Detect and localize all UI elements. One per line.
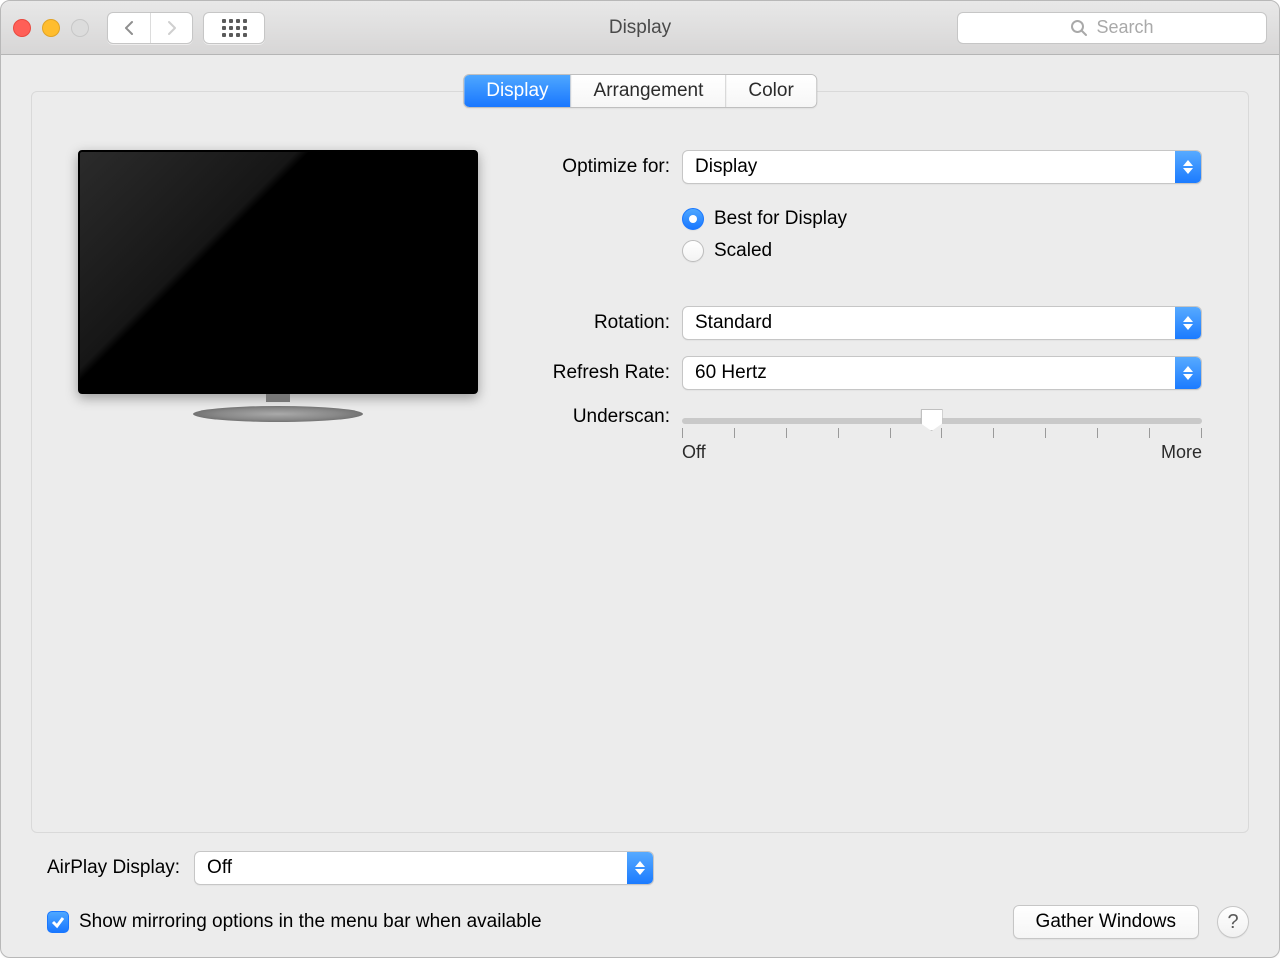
search-field[interactable]: Search: [957, 12, 1267, 44]
optimize-for-value: Display: [695, 156, 757, 178]
nav-buttons: [107, 12, 193, 44]
airplay-value: Off: [207, 857, 232, 879]
radio-icon: [682, 240, 704, 262]
underscan-min-label: Off: [682, 442, 706, 463]
slider-ticks: [682, 428, 1202, 438]
radio-icon: [682, 208, 704, 230]
tab-arrangement[interactable]: Arrangement: [571, 75, 726, 107]
airplay-label: AirPlay Display:: [47, 857, 180, 879]
checkmark-icon: [51, 915, 65, 929]
help-button[interactable]: ?: [1217, 906, 1249, 938]
content: Display Arrangement Color Optimize for:: [1, 55, 1279, 957]
tab-display[interactable]: Display: [464, 75, 570, 107]
bottom-area: AirPlay Display: Off Show mirroring opti…: [31, 833, 1249, 939]
tab-bar: Display Arrangement Color: [463, 74, 817, 108]
tab-color[interactable]: Color: [725, 75, 815, 107]
resolution-radio-group: Best for Display Scaled: [682, 208, 1202, 272]
window: Display Search Display Arrangement Color: [0, 0, 1280, 958]
chevron-left-icon: [123, 20, 135, 36]
back-button[interactable]: [108, 13, 150, 43]
updown-icon: [1175, 151, 1201, 183]
show-all-button[interactable]: [203, 12, 265, 44]
optimize-for-label: Optimize for:: [520, 156, 682, 178]
gather-windows-button[interactable]: Gather Windows: [1013, 905, 1199, 939]
underscan-max-label: More: [1161, 442, 1202, 463]
optimize-for-popup[interactable]: Display: [682, 150, 1202, 184]
radio-scaled[interactable]: Scaled: [682, 240, 1202, 262]
monitor-icon: [78, 150, 478, 394]
refresh-rate-popup[interactable]: 60 Hertz: [682, 356, 1202, 390]
underscan-label: Underscan:: [520, 406, 682, 428]
updown-icon: [627, 852, 653, 884]
updown-icon: [1175, 307, 1201, 339]
mirroring-checkbox[interactable]: [47, 911, 69, 933]
underscan-slider[interactable]: [682, 418, 1202, 424]
rotation-popup[interactable]: Standard: [682, 306, 1202, 340]
window-title: Display: [609, 17, 671, 39]
forward-button[interactable]: [150, 13, 192, 43]
settings-panel: Display Arrangement Color Optimize for:: [31, 91, 1249, 833]
minimize-button[interactable]: [42, 19, 60, 37]
search-placeholder: Search: [1096, 17, 1153, 38]
mirroring-label: Show mirroring options in the menu bar w…: [79, 911, 542, 933]
traffic-lights: [13, 19, 89, 37]
grid-icon: [222, 19, 247, 37]
updown-icon: [1175, 357, 1201, 389]
display-preview: [78, 150, 478, 450]
refresh-rate-label: Refresh Rate:: [520, 362, 682, 384]
radio-best-for-display[interactable]: Best for Display: [682, 208, 1202, 230]
rotation-value: Standard: [695, 312, 772, 334]
close-button[interactable]: [13, 19, 31, 37]
titlebar: Display Search: [1, 1, 1279, 55]
search-icon: [1070, 19, 1088, 37]
airplay-popup[interactable]: Off: [194, 851, 654, 885]
radio-label: Best for Display: [714, 208, 847, 230]
radio-label: Scaled: [714, 240, 772, 262]
rotation-label: Rotation:: [520, 312, 682, 334]
chevron-right-icon: [166, 20, 178, 36]
refresh-rate-value: 60 Hertz: [695, 362, 767, 384]
zoom-button: [71, 19, 89, 37]
